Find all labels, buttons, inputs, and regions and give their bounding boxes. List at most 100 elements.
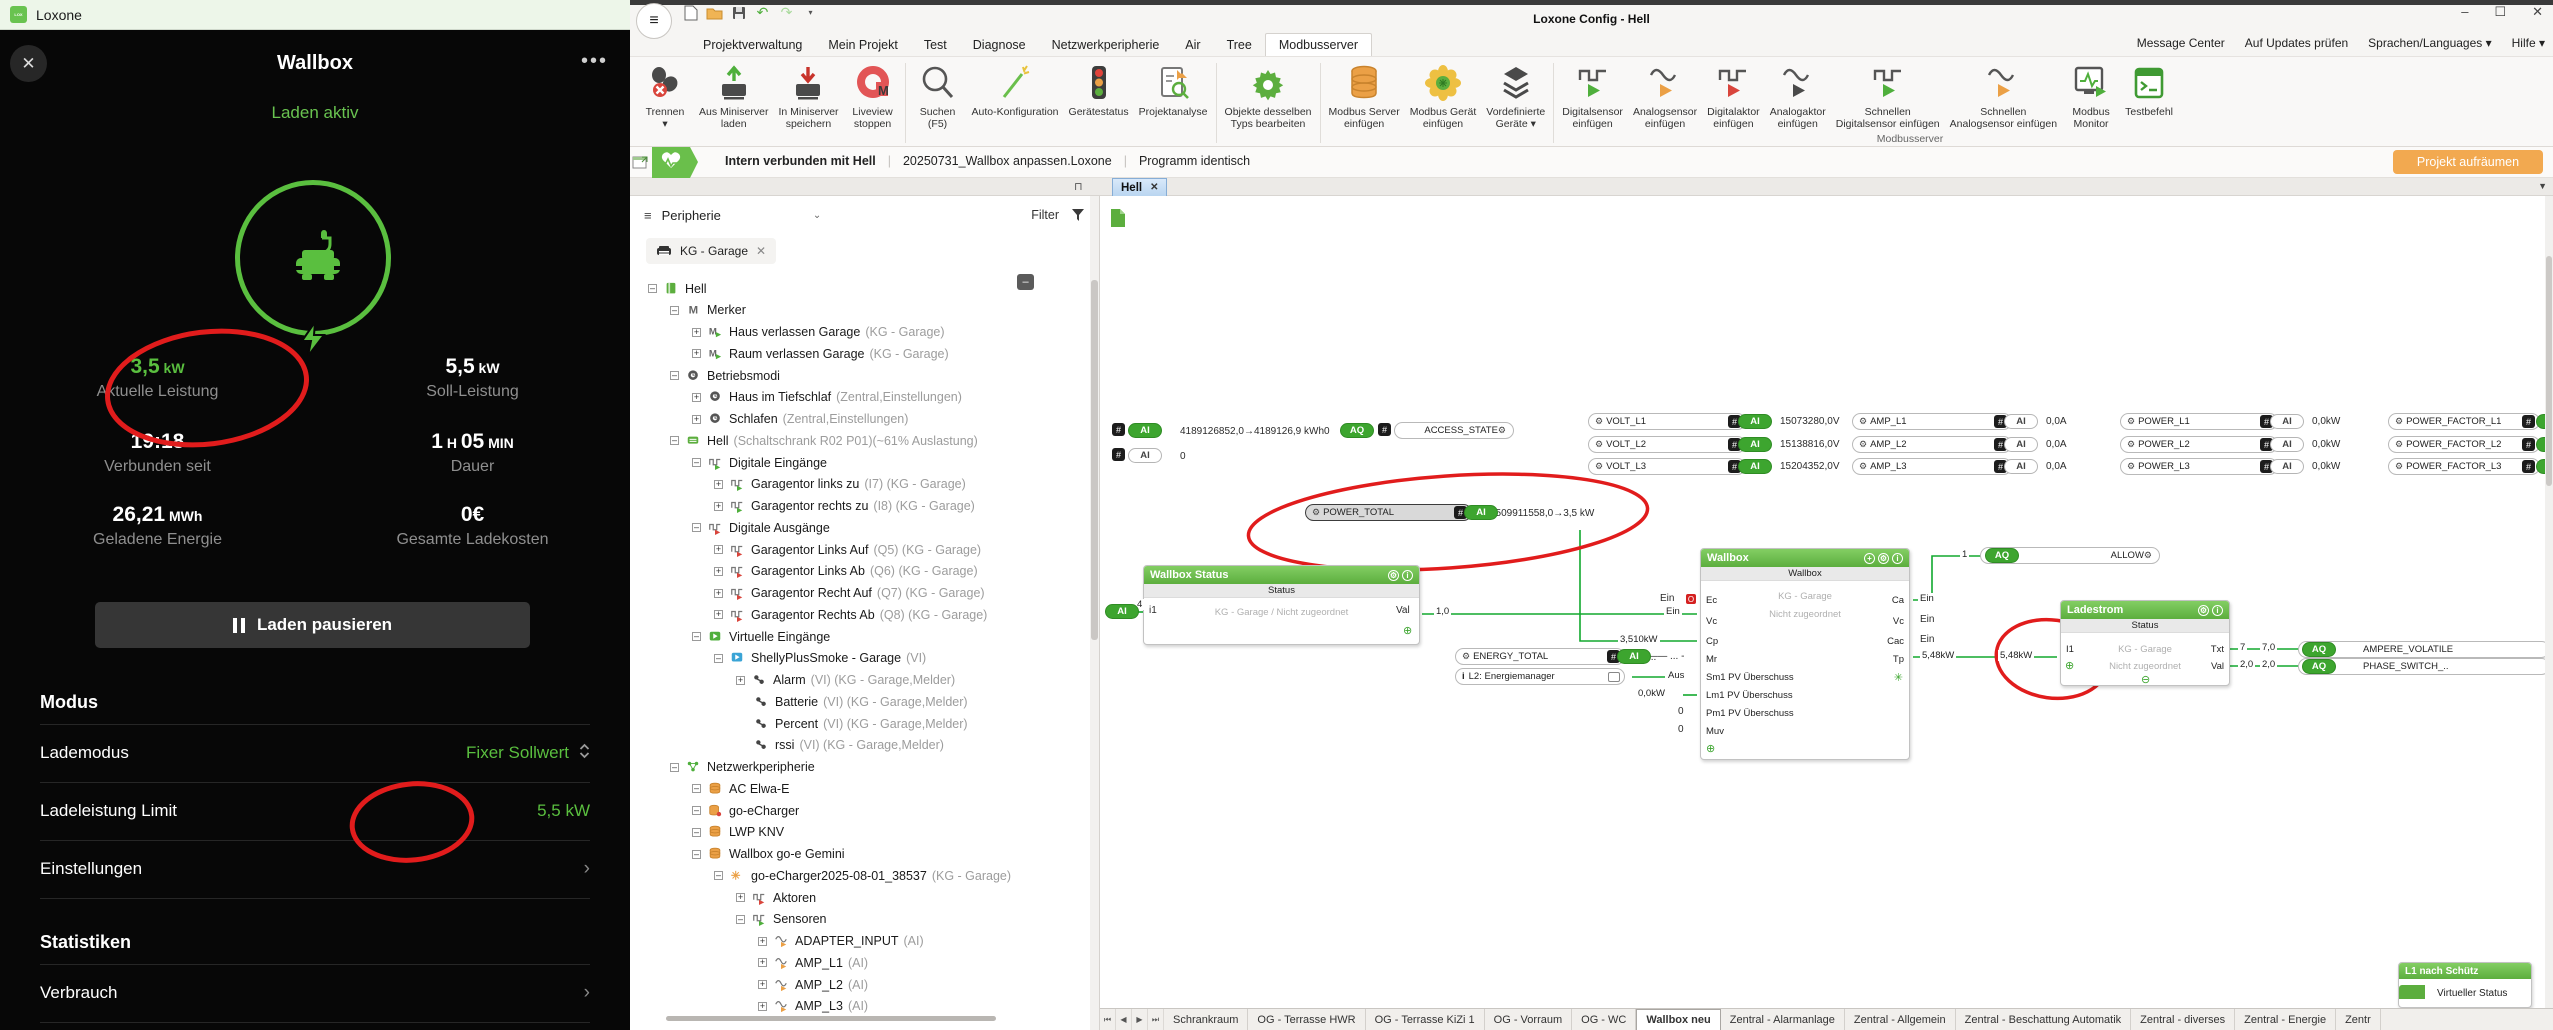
menu-diagnose[interactable]: Diagnose — [960, 34, 1039, 56]
io-capsule-AQ[interactable]: AQ — [1340, 423, 1374, 438]
tree-item-rssi[interactable]: rssi (VI) (KG - Garage,Melder) — [736, 735, 944, 756]
io-capsule-AI[interactable]: AI — [1617, 649, 1651, 664]
filter-icon[interactable] — [1071, 208, 1085, 222]
tree-menu-icon[interactable]: ≡ — [644, 208, 652, 223]
sensor-pill-VOLT_L3[interactable]: ⚙ VOLT_L3 # — [1588, 458, 1746, 475]
tree-item-percent[interactable]: Percent (VI) (KG - Garage,Melder) — [736, 713, 968, 734]
menu-air[interactable]: Air — [1172, 34, 1213, 56]
tree-expander[interactable]: + — [692, 414, 701, 424]
test-button[interactable]: Testbefehl — [2120, 61, 2178, 120]
menu-tree[interactable]: Tree — [1214, 34, 1265, 56]
page-nav-button[interactable]: ◀ — [1116, 1009, 1132, 1030]
page-nav-button[interactable]: ⏭ — [1148, 1009, 1164, 1030]
sine-dark-button[interactable]: Analogaktor einfügen — [1765, 61, 1831, 132]
page-tab-zentral-alarmanlage[interactable]: Zentral - Alarmanlage — [1721, 1009, 1845, 1030]
block-gear-icon[interactable]: ⚙ — [2198, 604, 2209, 616]
menu-test[interactable]: Test — [911, 34, 960, 56]
minimize-button[interactable]: – — [2461, 4, 2468, 20]
savedown-button[interactable]: In Miniserver speichern — [773, 61, 843, 132]
tree-item-haus-verlassen-garage[interactable]: + M Haus verlassen Garage (KG - Garage) — [692, 322, 945, 343]
page-tab-og-terrasse-hwr[interactable]: OG - Terrasse HWR — [1248, 1009, 1366, 1030]
program-canvas[interactable]: ⚙ VOLT_L1 # AI 15073280,0V ⚙ VOLT_L2 # AI 1513881… — [1100, 196, 2553, 1008]
block-gear-icon[interactable]: ⚙ — [1878, 552, 1889, 564]
tree-item-garagentor-links-zu[interactable]: + Garagentor links zu (I7) (KG - Garage) — [714, 474, 966, 495]
tree-item-netzwerkperipherie[interactable]: – Netzwerkperipherie — [670, 757, 815, 778]
tree-item-raum-verlassen-garage[interactable]: + M Raum verlassen Garage (KG - Garage) — [692, 343, 949, 364]
plus-icon[interactable]: ⊕ — [1403, 624, 1412, 637]
io-capsule-AQ[interactable]: AQ — [2302, 642, 2336, 657]
canvas-vertical-scrollbar[interactable] — [2545, 196, 2553, 1008]
menu-mein-projekt[interactable]: Mein Projekt — [815, 34, 910, 56]
sensor-pill-POWER_TOTAL[interactable]: ⚙ POWER_TOTAL # — [1305, 504, 1472, 521]
flower-button[interactable]: Modbus Gerät einfügen — [1405, 61, 1482, 132]
tree-item-betriebsmodi[interactable]: – Betriebsmodi — [670, 365, 780, 386]
tree-item-sensoren[interactable]: – Sensoren — [736, 909, 827, 930]
scroll-thumb[interactable] — [2546, 256, 2552, 486]
tab-list-dropdown-icon[interactable]: ▼ — [2538, 181, 2547, 191]
undo-icon[interactable]: ↶ — [754, 4, 771, 21]
sensor-pill-AMP_L2[interactable]: ⚙ AMP_L2 # — [1852, 436, 2012, 453]
tree-expander[interactable]: – — [692, 458, 701, 467]
io-capsule-AI[interactable]: AI — [2004, 437, 2038, 452]
db-button[interactable]: Modbus Server einfügen — [1324, 61, 1405, 132]
tree-item-digitale-ausg-nge[interactable]: – Digitale Ausgänge — [692, 517, 830, 538]
tree-expander[interactable]: + — [758, 936, 767, 946]
wand-button[interactable]: Auto-Konfiguration — [967, 61, 1064, 120]
tree-expander[interactable]: – — [692, 849, 701, 859]
tree-expander[interactable]: + — [758, 980, 767, 989]
tree-expander[interactable]: – — [692, 632, 701, 641]
tree-expander[interactable]: + — [714, 566, 723, 576]
menu-projektverwaltung[interactable]: Projektverwaltung — [690, 34, 815, 56]
tree-item-lwp-knv[interactable]: – LWP KNV — [692, 822, 784, 843]
tree-item-shellyplussmoke-garage[interactable]: – ShellyPlusSmoke - Garage (VI) — [714, 648, 926, 669]
tree-item-merker[interactable]: – M Merker — [670, 300, 746, 321]
tree-item-wallbox-go-e-gemini[interactable]: – Wallbox go-e Gemini — [692, 844, 845, 865]
cleanup-project-button[interactable]: Projekt aufräumen — [2393, 150, 2543, 174]
io-capsule-AI[interactable]: AI — [1738, 459, 1772, 474]
pill-l2-energiemanager[interactable]: i L2: Energiemanager — [1455, 668, 1625, 685]
page-tab-og-wc[interactable]: OG - WC — [1572, 1009, 1637, 1030]
tree-item-haus-im-tiefschlaf[interactable]: + Haus im Tiefschlaf (Zentral,Einstellunge… — [692, 387, 962, 408]
tree-item-alarm[interactable]: + Alarm (VI) (KG - Garage,Melder) — [736, 670, 955, 691]
block-wallbox-status[interactable]: Wallbox Status ⚙ i Status KG - Garage / Ni… — [1143, 565, 1420, 645]
tree-expander[interactable]: – — [670, 762, 679, 772]
tree-expander[interactable]: – — [692, 827, 701, 837]
page-tab-schrankraum[interactable]: Schrankraum — [1164, 1009, 1249, 1030]
tab-close-icon[interactable]: ✕ — [1150, 182, 1158, 193]
settings-row-verbrauch[interactable]: Verbrauch › — [40, 964, 590, 1022]
tree-expander[interactable]: + — [714, 610, 723, 620]
tree-expander[interactable]: + — [692, 327, 701, 337]
settings-row-einstellungen[interactable]: Einstellungen › — [40, 840, 590, 898]
sensor-pill-POWER_L1[interactable]: ⚙ POWER_L1 # — [2120, 413, 2278, 430]
tree-item-amp-l1[interactable]: + AMP_L1 (AI) — [758, 952, 868, 973]
tree-expander[interactable]: – — [714, 653, 723, 663]
settings-row-lademodus[interactable]: Lademodus Fixer Sollwert — [40, 724, 590, 782]
tree-expander[interactable]: – — [692, 784, 701, 794]
tree-expander[interactable]: + — [714, 588, 723, 598]
menu-right-auf-updates-pr-fen[interactable]: Auf Updates prüfen — [2245, 36, 2348, 50]
sensor-pill-AMP_L1[interactable]: ⚙ AMP_L1 # — [1852, 413, 2012, 430]
tree-expander[interactable]: + — [714, 479, 723, 489]
new-file-icon[interactable] — [682, 4, 699, 21]
tree-horizontal-scrollbar[interactable] — [630, 1016, 1086, 1022]
menu-right-hilfe[interactable]: Hilfe ▾ — [2512, 36, 2545, 50]
pin-icon[interactable]: ⊓ — [1074, 180, 1083, 193]
tree-item-batterie[interactable]: Batterie (VI) (KG - Garage,Melder) — [736, 691, 968, 712]
page-tab-zentral-energie[interactable]: Zentral - Energie — [2235, 1009, 2337, 1030]
settings-row-ladeleistung-limit[interactable]: Ladeleistung Limit 5,5 kW — [40, 782, 590, 840]
tree-expander[interactable]: – — [692, 523, 701, 533]
tree-expander[interactable]: + — [736, 675, 745, 685]
liveview-button[interactable]: M Liveview stoppen — [844, 61, 902, 132]
menu-netzwerkperipherie[interactable]: Netzwerkperipherie — [1039, 34, 1173, 56]
tree-item-garagentor-rechts-zu[interactable]: + Garagentor rechts zu (I8) (KG - Garage) — [714, 496, 975, 517]
tree-item-hell[interactable]: – Hell (Schaltschrank R02 P01)(~61% Auslas… — [670, 430, 978, 451]
tree-expander[interactable]: + — [714, 545, 723, 554]
dock-icon[interactable] — [632, 153, 650, 171]
save-icon[interactable] — [730, 4, 747, 21]
sensor-pill-VOLT_L2[interactable]: ⚙ VOLT_L2 # — [1588, 436, 1746, 453]
collapse-all-button[interactable]: – — [1017, 274, 1034, 290]
page-tab-zentr[interactable]: Zentr — [2336, 1009, 2381, 1030]
block-info-icon[interactable]: i — [1892, 552, 1903, 564]
io-capsule-AI[interactable]: AI — [1738, 437, 1772, 452]
plus-icon[interactable]: ⊕ — [2065, 659, 2074, 672]
